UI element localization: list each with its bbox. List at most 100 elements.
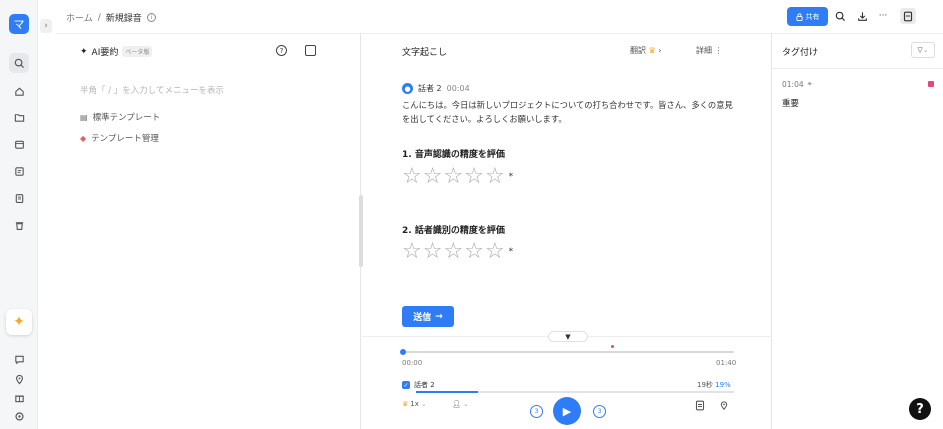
seek-bar[interactable]: [402, 351, 734, 353]
transcript-panel: 文字起こし 翻訳 ♛ › 詳細 ⋮ ● 話者 2 00:04 こんにちは。今日は…: [362, 34, 772, 429]
translate-label: 翻訳: [630, 46, 646, 55]
star-icon[interactable]: ☆: [423, 166, 443, 188]
tag-panel-title: タグ付け: [782, 48, 819, 58]
speaker-avatar-icon[interactable]: ●: [402, 83, 413, 94]
trash-icon[interactable]: [9, 215, 29, 235]
submit-button[interactable]: 送信 →: [402, 306, 454, 327]
info-icon[interactable]: i: [146, 13, 156, 22]
app-root: マ ✦ › ホーム / 新規録音 i 共有 ··· ✦ AI要約 ベータ版 ? …: [0, 0, 943, 429]
more-icon[interactable]: ···: [875, 8, 891, 24]
skip-forward-button[interactable]: 3: [593, 405, 606, 418]
beta-badge: ベータ版: [122, 46, 153, 57]
rating-question-2: 2. 話者識別の精度を評価: [402, 226, 505, 236]
tag-entry-name[interactable]: 重要: [782, 97, 799, 109]
star-icon[interactable]: ☆: [443, 166, 463, 188]
notes-icon[interactable]: [9, 161, 29, 181]
tag-panel: タグ付け ▽ ⌄ 01:04 ⌖ 重要 ?: [772, 34, 943, 429]
breadcrumb-separator: /: [97, 12, 101, 23]
search-icon[interactable]: [9, 53, 29, 73]
person-icon: 👤︎: [452, 400, 461, 408]
detail-button[interactable]: 詳細 ⋮: [696, 45, 723, 56]
tag-time-value: 01:04: [782, 79, 804, 89]
skip-back-button[interactable]: 3: [530, 405, 543, 418]
required-mark: *: [508, 172, 514, 182]
panel-toggle-icon[interactable]: [900, 8, 916, 24]
seek-handle[interactable]: [400, 349, 406, 355]
speaker-share-fill: [416, 391, 478, 393]
palette-icon: ◆: [80, 133, 87, 143]
breadcrumb-home[interactable]: ホーム: [66, 11, 93, 24]
star-icon[interactable]: ☆: [464, 241, 484, 263]
breadcrumb-current: 新規録音: [105, 14, 142, 24]
star-icon[interactable]: ☆: [402, 166, 422, 188]
speaker-stats: 19秒 19%: [697, 380, 731, 390]
current-time: 00:00: [402, 359, 423, 367]
arrow-right-icon: →: [435, 311, 443, 322]
sparkle-icon: ✦: [80, 46, 88, 57]
expand-sidebar-button[interactable]: ›: [40, 19, 52, 33]
chevron-down-icon: ⌄: [420, 400, 427, 408]
play-button[interactable]: ▶: [553, 397, 581, 425]
play-icon: ▶: [562, 404, 572, 418]
speed-selector[interactable]: ♛ 1x ⌄: [402, 400, 427, 408]
speaker-filter-label: 話者 2: [414, 381, 435, 389]
tag-entry-time[interactable]: 01:04 ⌖: [782, 79, 812, 89]
filter-button[interactable]: ▽ ⌄: [911, 42, 935, 58]
transcript-text[interactable]: こんにちは。今日は新しいプロジェクトについての打ち合わせです。皆さん、多くの意見…: [402, 98, 737, 126]
share-label: 共有: [805, 12, 820, 21]
rating-stars-1: ☆ ☆ ☆ ☆ ☆ *: [402, 166, 513, 188]
star-icon[interactable]: ☆: [485, 241, 505, 263]
sparkle-icon: ✦: [13, 314, 25, 330]
crown-icon: ♛: [402, 400, 409, 408]
template-item-label: 標準テンプレート: [92, 113, 161, 123]
caret-down-icon: ▼: [565, 332, 571, 341]
submit-label: 送信: [413, 313, 432, 323]
help-circle-icon[interactable]: ?: [276, 45, 287, 56]
collapse-player-button[interactable]: ▼: [548, 331, 588, 342]
speaker-checkbox[interactable]: ✓: [402, 381, 410, 389]
star-icon[interactable]: ☆: [402, 241, 422, 263]
marker-dot: [611, 345, 614, 348]
total-time: 01:40: [716, 359, 737, 367]
location-pin-icon: ⌖: [807, 79, 812, 88]
document-icon[interactable]: [9, 188, 29, 208]
ai-summary-panel: ✦ AI要約 ベータ版 ? 半角「 / 」を入力してメニューを表示 ▤ 標準テン…: [56, 34, 361, 429]
calendar-icon[interactable]: [9, 134, 29, 154]
ai-sparkle-button[interactable]: ✦: [6, 309, 32, 335]
chevron-right-icon: ›: [658, 46, 662, 55]
app-logo[interactable]: マ: [9, 14, 29, 34]
star-icon[interactable]: ☆: [443, 241, 463, 263]
share-button[interactable]: 共有: [787, 7, 828, 26]
feedback-icon[interactable]: [9, 349, 29, 369]
copy-icon[interactable]: [305, 45, 316, 56]
template-item-standard[interactable]: ▤ 標準テンプレート: [80, 111, 161, 124]
gift-icon[interactable]: [9, 387, 29, 407]
translate-button[interactable]: 翻訳 ♛ ›: [630, 45, 661, 56]
rating-stars-2: ☆ ☆ ☆ ☆ ☆ *: [402, 241, 513, 263]
speaker-seconds: 19秒: [697, 381, 713, 389]
template-item-manage[interactable]: ◆ テンプレート管理: [80, 132, 159, 145]
speaker-percent: 19%: [715, 381, 731, 389]
rating-question-1: 1. 音声認識の精度を評価: [402, 150, 505, 160]
home-icon[interactable]: [9, 81, 29, 101]
divider: [772, 68, 943, 69]
download-icon[interactable]: [854, 8, 870, 24]
location-icon[interactable]: [9, 369, 29, 389]
ai-summary-hint[interactable]: 半角「 / 」を入力してメニューを表示: [80, 84, 224, 96]
ai-summary-title: AI要約: [91, 48, 119, 58]
folder-icon[interactable]: [9, 107, 29, 127]
location-pin-icon[interactable]: [719, 400, 729, 411]
settings-icon[interactable]: [9, 406, 29, 426]
search-icon[interactable]: [832, 8, 848, 24]
document-icon: ▤: [80, 112, 88, 122]
speaker-selector[interactable]: 👤︎ ⌄: [452, 400, 469, 408]
star-icon[interactable]: ☆: [485, 166, 505, 188]
document-icon[interactable]: [695, 400, 705, 411]
speaker-timestamp[interactable]: 00:04: [447, 84, 470, 93]
star-icon[interactable]: ☆: [464, 166, 484, 188]
ai-summary-header: ✦ AI要約 ベータ版: [80, 45, 153, 58]
help-button[interactable]: ?: [909, 398, 931, 420]
star-icon[interactable]: ☆: [423, 241, 443, 263]
lock-icon: [795, 12, 803, 21]
speaker-name[interactable]: 話者 2: [418, 83, 442, 94]
